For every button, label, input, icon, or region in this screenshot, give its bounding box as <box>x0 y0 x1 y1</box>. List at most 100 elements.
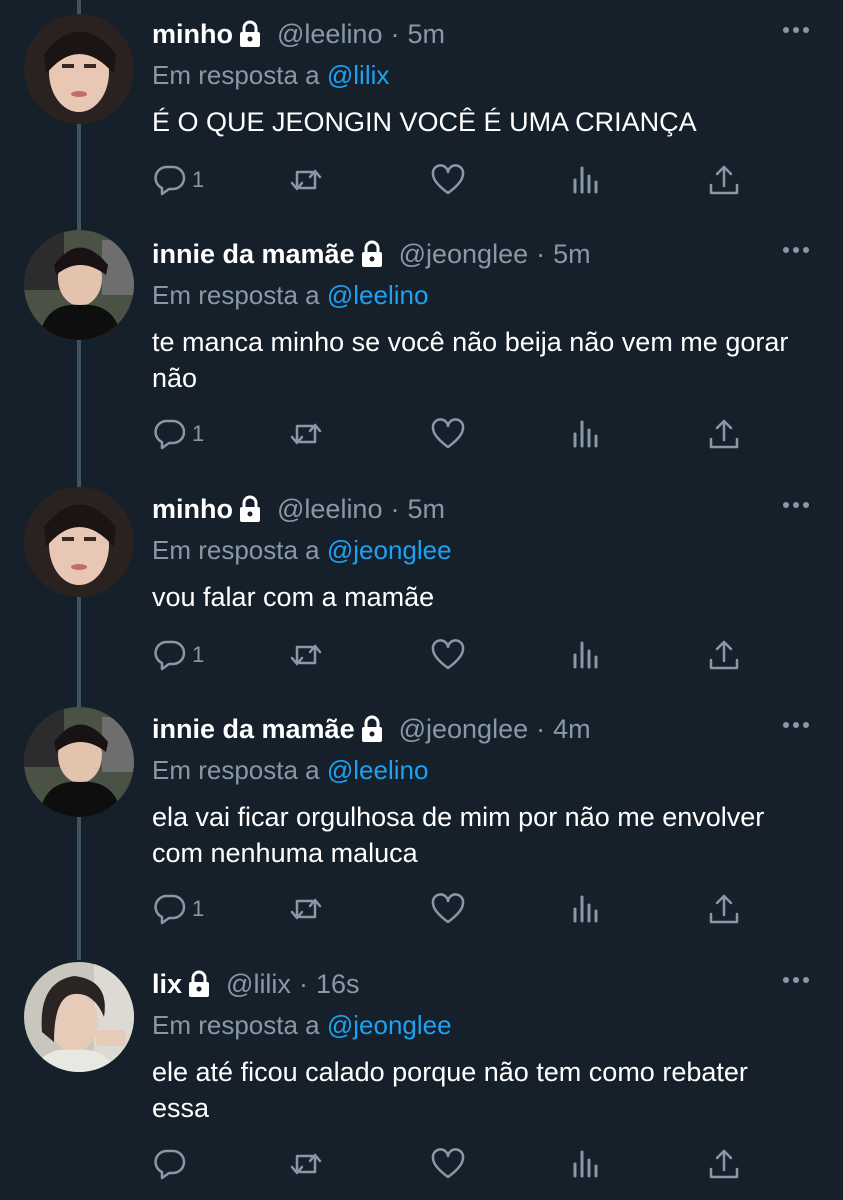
retweet-icon <box>290 644 322 666</box>
share-icon <box>709 894 739 924</box>
retweet-button[interactable] <box>288 635 324 675</box>
reply-count: 1 <box>192 896 205 921</box>
analytics-button[interactable] <box>568 414 604 454</box>
timestamp[interactable]: 5m <box>553 239 591 270</box>
retweet-button[interactable] <box>288 1144 324 1184</box>
reply-mention-link[interactable]: @lilix <box>327 60 390 90</box>
timestamp[interactable]: 5m <box>407 19 445 50</box>
reply-button[interactable]: 1 <box>152 889 204 929</box>
share-icon <box>709 419 739 449</box>
display-name[interactable]: innie da mamãe <box>152 714 355 745</box>
tweet-header: minho @leelino · 5m <box>152 16 445 52</box>
reply-icon <box>154 1149 186 1180</box>
tweet-header: innie da mamãe @jeonglee · 5m <box>152 236 591 272</box>
reply-button[interactable]: 1 <box>152 414 204 454</box>
share-button[interactable] <box>706 414 742 454</box>
analytics-icon <box>573 1150 598 1178</box>
share-icon <box>709 1149 739 1179</box>
retweet-button[interactable] <box>288 160 324 200</box>
display-name[interactable]: innie da mamãe <box>152 239 355 270</box>
like-button[interactable] <box>430 414 466 454</box>
tweet-header: innie da mamãe @jeonglee · 4m <box>152 711 591 747</box>
timestamp[interactable]: 16s <box>316 969 360 1000</box>
avatar-minho[interactable] <box>24 14 134 124</box>
reply-mention-link[interactable]: @jeonglee <box>327 1010 452 1040</box>
reply-prefix: Em resposta a <box>152 535 320 565</box>
timestamp[interactable]: 5m <box>407 494 445 525</box>
reply-context: Em resposta a @leelino <box>152 755 428 786</box>
reply-context: Em resposta a @leelino <box>152 280 428 311</box>
like-button[interactable] <box>430 160 466 200</box>
reply-icon <box>154 419 186 450</box>
reply-prefix: Em resposta a <box>152 60 320 90</box>
avatar-minho[interactable] <box>24 487 134 597</box>
reply-button[interactable]: 1 <box>152 635 204 675</box>
display-name[interactable]: minho <box>152 494 233 525</box>
heart-icon <box>431 164 465 195</box>
analytics-button[interactable] <box>568 889 604 929</box>
analytics-button[interactable] <box>568 635 604 675</box>
tweet-text: vou falar com a mamãe <box>152 582 435 612</box>
reply-mention-link[interactable]: @leelino <box>327 755 429 785</box>
reply-button[interactable] <box>152 1144 192 1184</box>
heart-icon <box>431 639 465 670</box>
analytics-icon <box>573 895 598 923</box>
more-options-icon[interactable] <box>781 974 811 986</box>
like-button[interactable] <box>430 889 466 929</box>
retweet-icon <box>290 1153 322 1175</box>
handle[interactable]: @leelino <box>277 494 382 525</box>
analytics-button[interactable] <box>568 1144 604 1184</box>
tweet-header: lix @lilix · 16s <box>152 966 359 1002</box>
handle[interactable]: @lilix <box>226 969 291 1000</box>
retweet-button[interactable] <box>288 889 324 929</box>
analytics-icon <box>573 166 598 194</box>
reply-context: Em resposta a @jeonglee <box>152 535 452 566</box>
tweet-actions <box>150 1144 750 1184</box>
retweet-icon <box>290 169 322 191</box>
like-button[interactable] <box>430 1144 466 1184</box>
separator-dot: · <box>390 493 400 524</box>
more-options-icon[interactable] <box>781 719 811 731</box>
avatar-lix[interactable] <box>24 962 134 1072</box>
reply-mention-link[interactable]: @leelino <box>327 280 429 310</box>
reply-prefix: Em resposta a <box>152 755 320 785</box>
tweet-actions: 1 <box>150 889 750 929</box>
avatar-innie[interactable] <box>24 707 134 817</box>
handle[interactable]: @jeonglee <box>399 239 529 270</box>
like-button[interactable] <box>430 635 466 675</box>
timestamp[interactable]: 4m <box>553 714 591 745</box>
reply-prefix: Em resposta a <box>152 1010 320 1040</box>
more-options-icon[interactable] <box>781 24 811 36</box>
avatar-innie[interactable] <box>24 230 134 340</box>
reply-button[interactable]: 1 <box>152 160 204 200</box>
handle[interactable]: @jeonglee <box>399 714 529 745</box>
share-button[interactable] <box>706 1144 742 1184</box>
reply-icon <box>154 640 186 671</box>
analytics-button[interactable] <box>568 160 604 200</box>
share-icon <box>709 165 739 195</box>
retweet-button[interactable] <box>288 414 324 454</box>
heart-icon <box>431 893 465 924</box>
more-options-icon[interactable] <box>781 244 811 256</box>
reply-count: 1 <box>192 642 205 667</box>
reply-count: 1 <box>192 167 205 192</box>
tweet-text: ele até ficou calado porque não tem como… <box>152 1057 748 1123</box>
more-options-icon[interactable] <box>781 499 811 511</box>
share-button[interactable] <box>706 635 742 675</box>
separator-dot: · <box>536 238 546 269</box>
share-button[interactable] <box>706 160 742 200</box>
handle[interactable]: @leelino <box>277 19 382 50</box>
tweet-actions: 1 <box>150 635 750 675</box>
lock-icon <box>240 20 260 47</box>
lock-icon <box>240 495 260 522</box>
reply-context: Em resposta a @lilix <box>152 60 389 91</box>
display-name[interactable]: lix <box>152 969 182 1000</box>
share-button[interactable] <box>706 889 742 929</box>
lock-icon <box>189 970 210 997</box>
separator-dot: · <box>536 713 546 744</box>
tweet-actions: 1 <box>150 414 750 454</box>
reply-mention-link[interactable]: @jeonglee <box>327 535 452 565</box>
display-name[interactable]: minho <box>152 19 233 50</box>
heart-icon <box>431 1148 465 1179</box>
reply-prefix: Em resposta a <box>152 280 320 310</box>
